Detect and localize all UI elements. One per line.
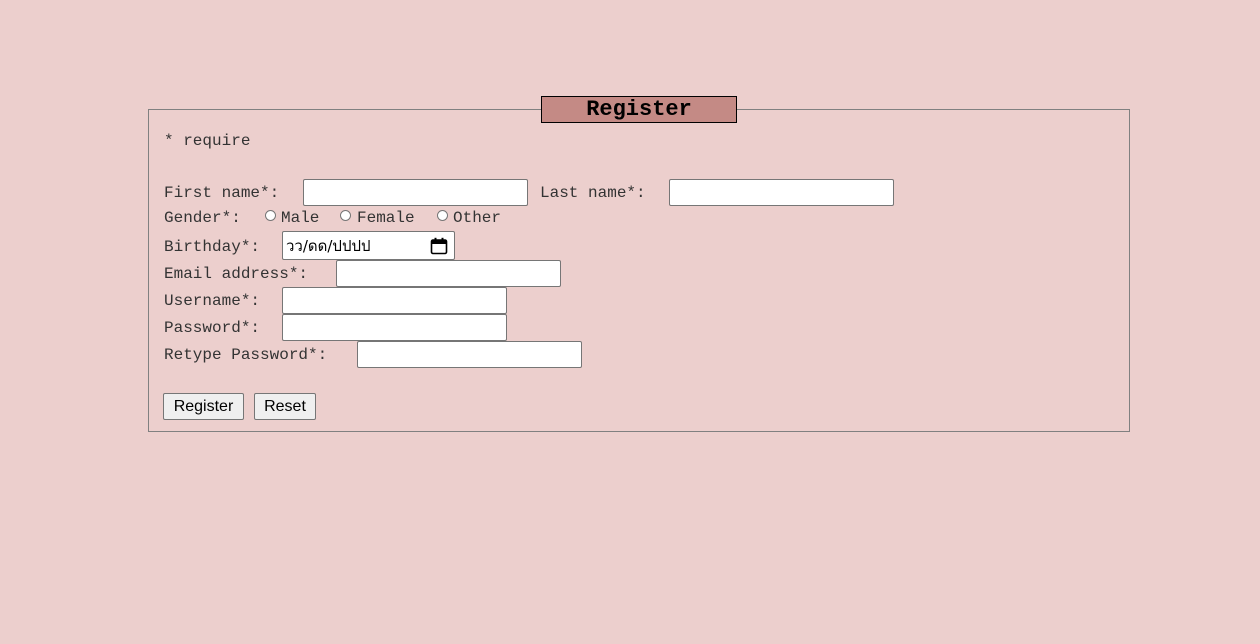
retype-password-input[interactable] — [357, 341, 582, 368]
calendar-icon[interactable] — [430, 237, 448, 255]
retype-password-label: Retype Password*: — [164, 346, 328, 364]
last-name-label: Last name*: — [540, 184, 646, 202]
password-input[interactable] — [282, 314, 507, 341]
gender-other-label[interactable]: Other — [453, 208, 501, 228]
form-legend: Register — [541, 96, 737, 123]
first-name-input[interactable] — [303, 179, 528, 206]
username-input[interactable] — [282, 287, 507, 314]
birthday-date-input[interactable]: วว/ดด/ปปปป — [282, 231, 455, 260]
require-note: * require — [164, 132, 251, 150]
gender-label: Gender*: — [164, 209, 241, 227]
last-name-input[interactable] — [669, 179, 894, 206]
gender-male-radio[interactable] — [265, 210, 276, 221]
birthday-label: Birthday*: — [164, 238, 261, 256]
password-label: Password*: — [164, 319, 261, 337]
email-input[interactable] — [336, 260, 561, 287]
gender-female-radio[interactable] — [340, 210, 351, 221]
first-name-label: First name*: — [164, 184, 280, 202]
reset-button[interactable]: Reset — [254, 393, 316, 420]
birthday-placeholder[interactable]: วว/ดด/ปปปป — [286, 236, 371, 256]
username-label: Username*: — [164, 292, 261, 310]
gender-male-label[interactable]: Male — [281, 208, 319, 228]
gender-female-label[interactable]: Female — [357, 208, 415, 228]
gender-other-radio[interactable] — [437, 210, 448, 221]
email-label: Email address*: — [164, 265, 309, 283]
register-button[interactable]: Register — [163, 393, 244, 420]
